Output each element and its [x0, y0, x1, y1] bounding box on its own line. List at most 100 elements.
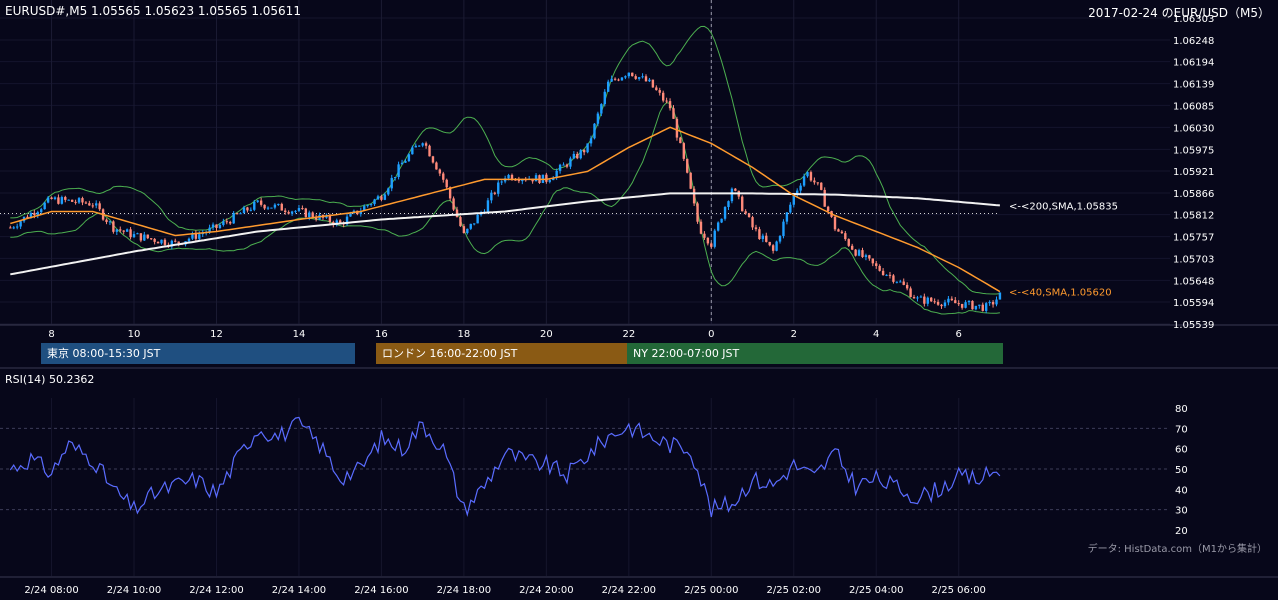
candle-body	[393, 177, 397, 179]
candle-body	[679, 137, 682, 144]
candle-body	[644, 76, 648, 82]
candle-body	[57, 197, 60, 204]
candle-body	[885, 274, 888, 276]
candle-body	[328, 215, 332, 222]
price-tick-label: 1.05921	[1173, 167, 1214, 178]
rsi-tick-label: 50	[1175, 465, 1188, 476]
rsi-tick-label: 70	[1175, 424, 1188, 435]
candle-body	[380, 196, 383, 200]
candle-body	[610, 78, 613, 82]
candle-body	[242, 207, 246, 214]
candle-body	[545, 174, 548, 182]
candle-body	[108, 221, 112, 223]
price-tick-label: 1.05866	[1173, 189, 1214, 200]
candle-body	[655, 87, 658, 91]
price-tick-label: 1.06248	[1173, 36, 1214, 47]
price-tick-label: 1.06139	[1173, 80, 1214, 91]
candle-body	[376, 196, 380, 200]
candle-body	[964, 302, 967, 308]
candle-body	[438, 169, 442, 174]
candle-body	[661, 92, 665, 101]
candle-body	[926, 297, 929, 304]
candle-body	[558, 164, 562, 171]
candle-body	[909, 288, 912, 298]
candle-body	[600, 104, 603, 114]
candle-body	[696, 203, 699, 222]
rsi-tick-label: 30	[1175, 506, 1188, 517]
price-tick-label: 1.05539	[1173, 320, 1214, 331]
candle-body	[60, 197, 64, 204]
candle-body	[589, 138, 593, 144]
candle-body	[899, 281, 902, 283]
candle-body	[466, 228, 469, 234]
candle-body	[287, 212, 290, 214]
rsi-tick-label: 80	[1175, 404, 1188, 415]
candle-body	[562, 164, 565, 166]
candle-body	[428, 145, 431, 157]
chart-title: 2017-02-24 のEUR/USD（M5）	[1088, 6, 1270, 20]
candle-body	[713, 230, 716, 247]
candle-body	[881, 270, 885, 276]
candle-body	[782, 221, 785, 236]
candle-body	[758, 229, 761, 240]
candle-body	[311, 212, 314, 218]
candle-body	[284, 210, 287, 213]
rsi-label: RSI(14) 50.2362	[5, 373, 95, 386]
candle-body	[940, 304, 943, 307]
price-x-tick-label: 22	[622, 329, 635, 340]
candle-body	[67, 199, 70, 201]
candle-body	[40, 209, 43, 213]
candle-body	[799, 185, 802, 191]
candle-body	[971, 300, 974, 310]
candle-body	[593, 123, 596, 139]
candle-body	[613, 78, 617, 80]
candle-body	[174, 240, 177, 242]
candle-body	[122, 230, 125, 232]
price-x-tick-label: 4	[873, 329, 879, 340]
candle-body	[125, 229, 129, 232]
candle-body	[730, 188, 734, 202]
candle-body	[308, 212, 311, 218]
rsi-tick-label: 60	[1175, 445, 1188, 456]
candle-body	[177, 241, 180, 244]
candle-body	[905, 284, 909, 289]
candle-body	[112, 221, 115, 232]
candle-body	[390, 177, 393, 189]
candle-body	[565, 164, 569, 167]
candle-body	[957, 303, 960, 305]
candle-body	[387, 188, 390, 195]
candle-body	[232, 213, 235, 224]
price-x-tick-label: 10	[128, 329, 141, 340]
price-x-tick-label: 6	[956, 329, 962, 340]
session-bar-tokyo: 東京 08:00-15:30 JST	[41, 343, 355, 364]
candle-body	[9, 227, 12, 229]
candle-body	[984, 303, 988, 311]
candle-body	[954, 300, 957, 304]
candle-body	[967, 300, 971, 303]
candle-body	[878, 265, 881, 271]
candle-body	[445, 179, 448, 188]
rsi-x-tick-label: 2/25 04:00	[849, 585, 903, 596]
candle-body	[277, 203, 280, 205]
candle-body	[490, 192, 493, 201]
candle-body	[235, 213, 239, 215]
candle-body	[686, 158, 689, 173]
candle-body	[641, 76, 644, 78]
data-source-note: データ: HistData.com（M1から集計）	[1087, 544, 1267, 555]
candle-body	[266, 207, 270, 209]
candle-body	[139, 233, 143, 241]
candle-body	[239, 213, 242, 215]
sma40-annotation: <-<40,SMA,1.05620	[1009, 288, 1112, 299]
candle-body	[462, 226, 466, 234]
candle-body	[270, 207, 273, 209]
candle-body	[771, 245, 775, 251]
candle-body	[789, 204, 792, 213]
candle-body	[689, 172, 692, 189]
candle-body	[857, 250, 861, 256]
candle-body	[273, 204, 277, 208]
candle-body	[297, 208, 301, 211]
candle-body	[888, 274, 892, 276]
sma200-annotation: <-<200,SMA,1.05835	[1009, 201, 1118, 212]
candle-body	[723, 207, 727, 219]
candle-body	[493, 192, 497, 194]
